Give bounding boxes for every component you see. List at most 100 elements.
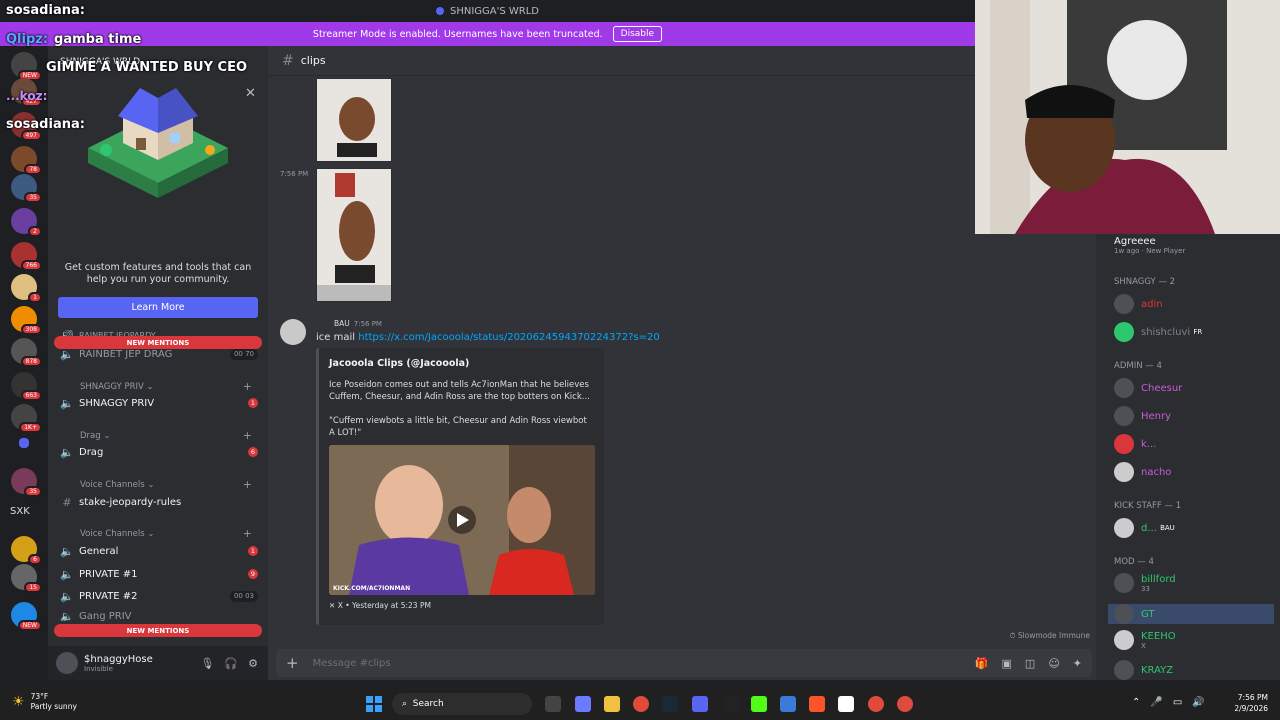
app-icon[interactable] [780,696,796,712]
embed-author[interactable]: Jacooola Clips (@Jacooola) [329,358,594,369]
steam-icon[interactable] [662,696,678,712]
channel-item[interactable]: # stake-jeopardy-rules [58,492,258,512]
channel-item[interactable]: 🔈 General 1 [58,541,258,561]
member-item[interactable]: nacho [1114,462,1274,482]
mic-icon[interactable]: 🎙 [200,657,214,670]
server-icon[interactable]: 766 [11,242,42,271]
clip-image[interactable] [316,168,392,302]
server-icon[interactable]: 1 [11,274,42,303]
server-icon[interactable]: NEW [11,52,42,81]
server-sxk[interactable]: SXK [10,506,30,517]
mic-tray-icon[interactable]: 🎤 [1150,697,1162,708]
member-tag: BAU [1160,524,1175,532]
task-view-icon[interactable] [545,696,561,712]
member-item[interactable]: d... BAU [1114,518,1274,538]
member-item[interactable]: KRAYZ [1114,660,1274,680]
server-icon[interactable]: 35 [11,174,42,203]
channel-item[interactable]: 🔈 RAINBET JEP DRAG 00 70 [58,344,258,364]
server-icon[interactable]: 78 [11,146,42,175]
gear-icon[interactable]: ⚙ [248,657,258,670]
discord-taskbar-icon[interactable] [692,696,708,712]
apps-icon[interactable]: ✦ [1073,657,1082,670]
embed-description: Ice Poseidon comes out and tells Ac7ionM… [329,380,590,402]
add-channel-icon[interactable]: + [243,429,252,442]
close-icon[interactable]: ✕ [245,86,256,101]
member-item[interactable]: Henry [1114,406,1274,426]
channel-item[interactable]: 🔈 SHNAGGY PRIV 1 [58,393,258,413]
member-item[interactable]: adin [1114,294,1274,314]
file-explorer-icon[interactable] [604,696,620,712]
member-item[interactable]: GT [1108,604,1274,624]
folder-icon[interactable] [19,438,29,448]
server-icon[interactable]: NEW [11,602,42,631]
server-badge: NEW [17,620,42,631]
category-voice-2[interactable]: Voice Channels ⌄ + [80,527,252,540]
obs-icon[interactable] [722,696,738,712]
volume-icon[interactable]: 🔊 [1192,697,1204,708]
channel-item[interactable]: 🔈 PRIVATE #1 9 [58,564,258,584]
guild-header[interactable]: SHNIGGA'S WRLD [48,46,268,78]
brave-icon[interactable] [809,696,825,712]
member-item[interactable]: k... [1114,434,1274,454]
info-app-icon[interactable] [838,696,854,712]
server-icon[interactable]: 663 [11,372,42,401]
channel-item[interactable]: 🔈 Drag 6 [58,442,258,462]
member-item[interactable]: Cheesur [1114,378,1274,398]
chevron-up-icon[interactable]: ⌃ [1132,697,1140,708]
gift-icon[interactable]: 🎁 [975,657,989,670]
server-icon[interactable]: 427 [11,78,42,107]
kick-icon[interactable] [751,696,767,712]
server-icon[interactable]: 15 [11,564,42,593]
server-icon[interactable]: 2 [11,208,42,237]
message-link[interactable]: https://x.com/Jacooola/status/2020624594… [358,332,659,343]
add-attachment-icon[interactable]: + [286,654,299,672]
weather-widget[interactable]: ☀ 73°F Partly sunny [12,692,77,712]
chrome-icon-2[interactable] [868,696,884,712]
link-embed: Jacooola Clips (@Jacooola) Ice Poseidon … [316,348,604,625]
copilot-icon[interactable] [575,696,591,712]
sticker-icon[interactable]: ◫ [1025,657,1035,670]
gif-icon[interactable]: ▣ [1002,657,1012,670]
avatar [1114,462,1134,482]
category-drag[interactable]: Drag ⌄ + [80,429,252,442]
member-item[interactable]: Agreeee 1w ago · New Player [1114,236,1274,255]
message-composer[interactable]: + Message #clips 🎁 ▣ ◫ ☺ ✦ [276,649,1092,677]
taskbar-search[interactable]: ⌕ Search [392,693,532,715]
headphones-icon[interactable]: 🎧 [224,657,238,670]
chat-area: # clips 7:56 PM BAU 7:56 PM ice mail htt… [268,46,1096,680]
server-icon[interactable]: 878 [11,338,42,367]
avatar[interactable] [56,652,78,674]
add-channel-icon[interactable]: + [243,380,252,393]
add-channel-icon[interactable]: + [243,478,252,491]
avatar[interactable] [280,319,306,345]
member-item[interactable]: billford 33 [1114,573,1274,593]
message-input[interactable]: Message #clips [313,658,391,669]
channel-item[interactable]: 🔈 PRIVATE #2 00 03 [58,586,258,606]
server-icon[interactable]: 1K+ [11,404,42,433]
network-icon[interactable]: ▭ [1173,697,1182,708]
unread-badge: 1 [247,398,258,408]
server-icon[interactable]: 497 [11,112,42,141]
clip-image[interactable] [316,78,392,162]
embed-video-thumbnail[interactable]: KICK.COM/AC7IONMAN [329,445,595,595]
channel-item[interactable]: 🔈 Gang PRIV [58,611,258,621]
member-item[interactable]: KEEHO X [1114,630,1274,650]
category-voice[interactable]: Voice Channels ⌄ + [80,478,252,491]
hash-icon: # [62,495,72,509]
temperature: 73°F [30,692,49,701]
chrome-icon-3[interactable] [897,696,913,712]
server-icon[interactable]: 6 [11,536,42,565]
chrome-icon[interactable] [633,696,649,712]
disable-button[interactable]: Disable [612,26,663,42]
new-mentions-bottom[interactable]: NEW MENTIONS [54,624,262,637]
server-icon[interactable]: 35 [11,468,42,497]
add-channel-icon[interactable]: + [243,527,252,540]
learn-more-button[interactable]: Learn More [58,297,258,318]
windows-start-icon[interactable] [366,696,382,712]
category-shnaggy-priv[interactable]: SHNAGGY PRIV ⌄ + [80,380,252,393]
emoji-icon[interactable]: ☺ [1048,657,1059,670]
window-title: SHNIGGA'S WRLD [449,5,540,17]
clock[interactable]: 7:56 PM 2/9/2026 [1234,692,1268,714]
server-icon[interactable]: 308 [11,306,42,335]
member-item[interactable]: shishcluvi FR [1114,322,1274,342]
